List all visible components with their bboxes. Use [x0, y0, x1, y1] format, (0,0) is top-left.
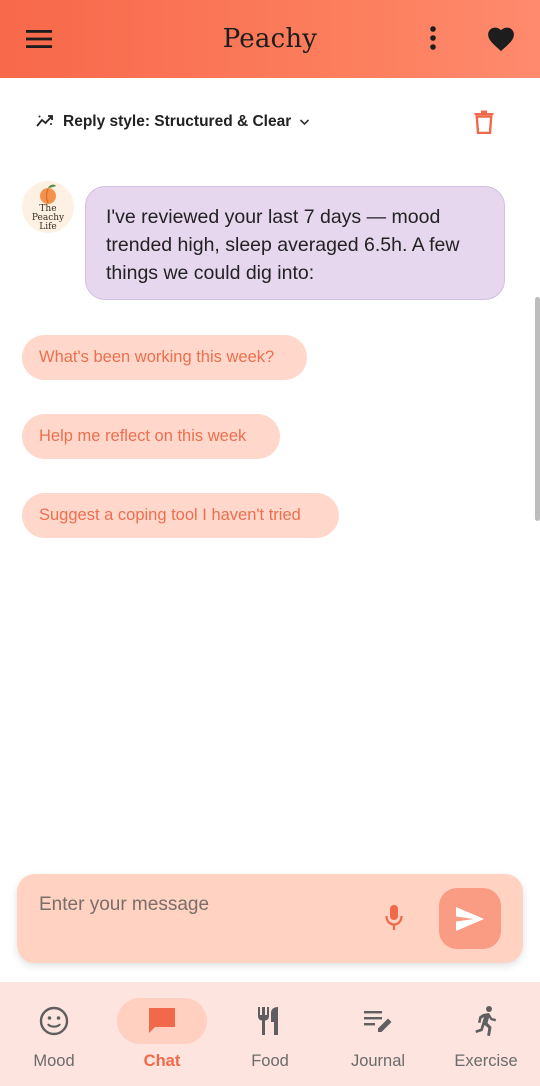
utensils-icon — [258, 1007, 278, 1035]
running-person-icon — [475, 1006, 496, 1036]
trash-icon[interactable] — [470, 106, 498, 138]
scrollbar-thumb[interactable] — [535, 297, 540, 521]
nav-label-chat: Chat — [143, 1052, 181, 1070]
nav-label-mood: Mood — [33, 1052, 75, 1070]
chevron-down-icon — [299, 113, 310, 131]
message-input[interactable] — [39, 890, 369, 920]
suggestion-chip[interactable]: What's been working this week? — [22, 335, 307, 380]
edit-note-icon — [364, 1011, 392, 1032]
assistant-message-bubble: I've reviewed your last 7 days — mood tr… — [85, 186, 505, 300]
nav-label-exercise: Exercise — [454, 1052, 518, 1070]
nav-label-food: Food — [251, 1052, 289, 1070]
nav-item-exercise[interactable]: Exercise — [432, 982, 540, 1086]
peach-icon — [40, 184, 56, 204]
smiley-icon — [39, 1006, 69, 1036]
nav-item-chat[interactable]: Chat — [108, 982, 216, 1086]
avatar-brand-line-2: Peachy — [31, 212, 65, 223]
microphone-icon[interactable] — [379, 900, 409, 936]
chat-toolbar: Reply style: Structured & Clear — [0, 100, 540, 144]
chat-bubble-icon — [149, 1008, 175, 1033]
trending-icon — [36, 113, 55, 132]
nav-item-food[interactable]: Food — [216, 982, 324, 1086]
reply-style-selector[interactable]: Reply style: Structured & Clear — [36, 110, 310, 134]
bot-avatar: The Peachy Life — [22, 181, 74, 233]
send-icon — [456, 906, 484, 931]
app-bar: Peachy — [0, 0, 540, 78]
nav-label-journal: Journal — [350, 1052, 406, 1070]
nav-item-journal[interactable]: Journal — [324, 982, 432, 1086]
suggestion-chip[interactable]: Suggest a coping tool I haven't tried — [22, 493, 339, 538]
suggestion-chip[interactable]: Help me reflect on this week — [22, 414, 280, 459]
more-vertical-icon[interactable] — [418, 18, 448, 58]
send-button[interactable] — [439, 888, 501, 949]
nav-item-mood[interactable]: Mood — [0, 982, 108, 1086]
avatar-brand-line-1: The — [39, 203, 57, 214]
heart-icon[interactable] — [480, 18, 522, 58]
avatar-brand-line-3: Life — [39, 221, 57, 232]
app-title: Peachy — [222, 24, 318, 54]
bottom-navigation: Mood Chat Food Journal Exercise — [0, 982, 540, 1086]
hamburger-menu-icon[interactable] — [20, 21, 58, 57]
message-composer — [17, 874, 523, 963]
reply-style-label: Reply style: Structured & Clear — [63, 113, 292, 130]
